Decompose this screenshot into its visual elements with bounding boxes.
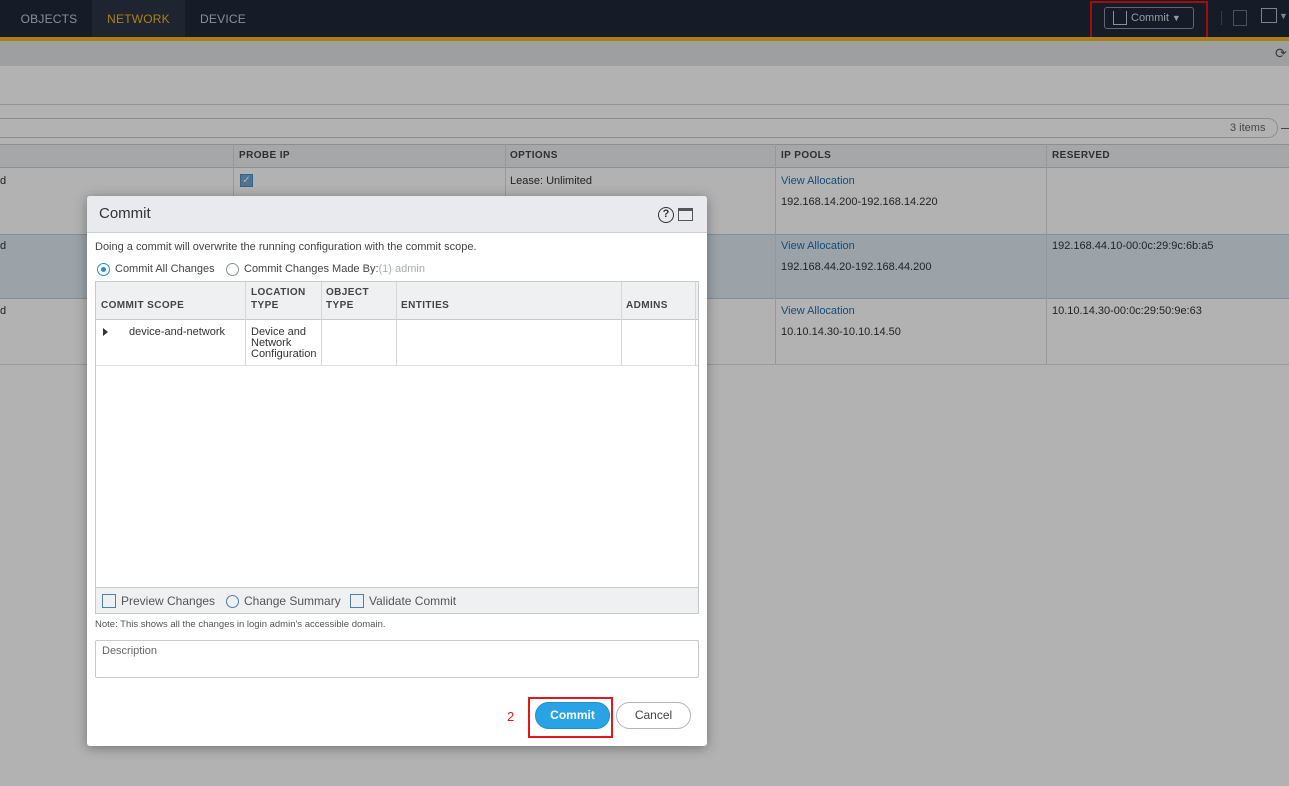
scope-note: Note: This shows all the changes in logi… (95, 619, 386, 630)
commit-scope-header: COMMIT SCOPE LOCATION TYPE OBJECT TYPE E… (96, 282, 698, 320)
radio-commit-by-text: Commit Changes Made By: (244, 263, 379, 275)
change-summary-button[interactable]: Change Summary (226, 594, 341, 608)
annotation-label-2: 2 (507, 709, 515, 724)
column-divider (621, 282, 622, 365)
radio-commit-all[interactable] (97, 263, 110, 276)
description-field[interactable]: Description (95, 640, 699, 678)
preview-changes-label: Preview Changes (121, 594, 216, 608)
column-admins[interactable]: ADMINS (626, 300, 668, 312)
commit-scope-table: COMMIT SCOPE LOCATION TYPE OBJECT TYPE E… (95, 281, 699, 614)
radio-commit-by[interactable] (226, 263, 239, 276)
column-object-type-line2[interactable]: TYPE (326, 300, 354, 312)
scope-cell: device-and-network (129, 326, 225, 338)
location-cell-line3: Configuration (251, 348, 317, 360)
annotation-box-2 (528, 697, 613, 738)
cancel-button[interactable]: Cancel (616, 702, 691, 729)
preview-changes-icon (102, 594, 116, 608)
radio-commit-all-label[interactable]: Commit All Changes (115, 263, 215, 275)
validate-commit-label: Validate Commit (369, 594, 457, 608)
maximize-icon[interactable] (678, 208, 693, 221)
column-object-type-line1[interactable]: OBJECT (326, 287, 369, 299)
column-commit-scope[interactable]: COMMIT SCOPE (101, 300, 184, 312)
column-location-type-line1[interactable]: LOCATION (251, 287, 306, 299)
validate-commit-icon (350, 594, 364, 608)
commit-scope-footer: Preview Changes Change Summary Validate … (96, 587, 698, 613)
dialog-description: Doing a commit will overwrite the runnin… (95, 241, 477, 253)
preview-changes-button[interactable]: Preview Changes (102, 594, 215, 608)
column-divider (245, 282, 246, 365)
column-divider (396, 282, 397, 365)
column-location-type-line2[interactable]: TYPE (251, 300, 279, 312)
radio-commit-by-label[interactable]: Commit Changes Made By:(1) admin (244, 263, 425, 275)
column-entities[interactable]: ENTITIES (401, 300, 449, 312)
change-summary-label: Change Summary (244, 594, 341, 608)
column-divider (695, 282, 696, 365)
commit-dialog: Commit ? Doing a commit will overwrite t… (87, 196, 707, 746)
dialog-title: Commit (99, 205, 151, 222)
help-icon[interactable]: ? (658, 207, 674, 223)
validate-commit-button[interactable]: Validate Commit (350, 594, 456, 608)
change-summary-icon (226, 595, 239, 608)
dialog-header: Commit ? (87, 196, 707, 233)
expand-icon[interactable] (103, 328, 108, 336)
row-divider (96, 365, 698, 366)
column-divider (321, 282, 322, 365)
admin-selector[interactable]: (1) admin (379, 263, 425, 275)
